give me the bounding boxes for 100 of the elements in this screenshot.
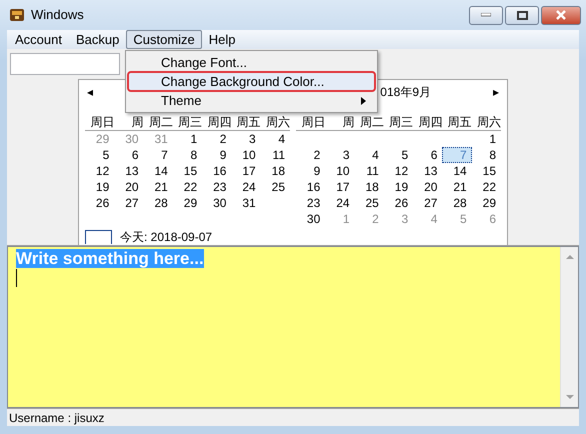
calendar-day[interactable]: 18 [354, 179, 384, 195]
calendar-day[interactable]: 27 [114, 195, 144, 211]
calendar-day[interactable]: 9 [296, 163, 326, 179]
calendar-day[interactable]: 6 [413, 147, 442, 163]
calendar-day[interactable]: 17 [231, 163, 261, 179]
calendar-day[interactable]: 25 [260, 179, 290, 195]
today-label[interactable]: 今天: 2018-09-07 [120, 228, 212, 246]
calendar-day[interactable]: 27 [413, 195, 442, 211]
weekday-label: 周二 [144, 115, 173, 131]
calendar-day[interactable]: 4 [354, 147, 384, 163]
weekday-label: 周五 [231, 115, 261, 131]
weekday-label: 周五 [442, 115, 472, 131]
calendar-day[interactable]: 2 [296, 147, 326, 163]
calendar-day[interactable]: 12 [85, 163, 114, 179]
calendar-day[interactable]: 23 [202, 179, 232, 195]
calendar-day[interactable]: 21 [442, 179, 472, 195]
calendar-day[interactable]: 10 [325, 163, 355, 179]
weekday-label: 周日 [296, 115, 326, 131]
submenu-arrow-icon [361, 96, 366, 104]
weekday-label: 周二 [354, 115, 384, 131]
calendar-day[interactable]: 16 [296, 179, 326, 195]
calendar-day[interactable]: 17 [325, 179, 355, 195]
calendar-day[interactable]: 20 [413, 179, 442, 195]
calendar-day[interactable]: 30 [296, 211, 326, 227]
calendar-day[interactable]: 12 [384, 163, 414, 179]
weekday-label: 周 [325, 115, 355, 131]
calendar-day[interactable]: 2 [202, 131, 232, 147]
today-marker [85, 230, 112, 244]
calendar-day[interactable]: 13 [413, 163, 442, 179]
calendar-day[interactable]: 23 [296, 195, 326, 211]
menu-item[interactable]: Backup [68, 30, 126, 49]
weekday-label: 周六 [260, 115, 290, 131]
weekday-label: 周四 [202, 115, 232, 131]
calendar-day[interactable]: 22 [172, 179, 202, 195]
calendar-day[interactable]: 20 [114, 179, 144, 195]
calendar-day[interactable]: 31 [231, 195, 261, 211]
calendar-day[interactable]: 15 [472, 163, 501, 179]
calendar-day[interactable]: 11 [354, 163, 384, 179]
calendar-day[interactable]: 14 [144, 163, 173, 179]
calendar-day[interactable]: 10 [231, 147, 261, 163]
menu-entry[interactable]: Change Font... [128, 53, 375, 72]
menu-item[interactable]: Customize [126, 30, 202, 49]
next-month-button[interactable]: ▸ [491, 86, 501, 98]
calendar-day[interactable]: 24 [325, 195, 355, 211]
month-title: 018年9月 [380, 84, 431, 101]
status-bar: Username : jisuxz [7, 408, 579, 426]
calendar-day[interactable]: 16 [202, 163, 232, 179]
calendar-day[interactable]: 9 [202, 147, 232, 163]
weekday-label: 周六 [472, 115, 501, 131]
calendar-day[interactable]: 26 [85, 195, 114, 211]
calendar-day[interactable]: 3 [231, 131, 261, 147]
calendar-day[interactable]: 19 [384, 179, 414, 195]
window-title: Windows [31, 6, 84, 24]
calendar-day[interactable]: 29 [472, 195, 501, 211]
calendar-day[interactable]: 25 [354, 195, 384, 211]
weekday-label: 周日 [85, 115, 114, 131]
memo-text: Write something here... [16, 249, 204, 268]
calendar-day[interactable]: 15 [172, 163, 202, 179]
weekday-label: 周四 [413, 115, 442, 131]
calendar-day[interactable]: 8 [172, 147, 202, 163]
calendar-day[interactable]: 14 [442, 163, 472, 179]
calendar-day[interactable]: 18 [260, 163, 290, 179]
menu-item[interactable]: Help [202, 30, 243, 49]
calendar-day[interactable]: 3 [325, 147, 355, 163]
calendar-day[interactable]: 5 [85, 147, 114, 163]
calendar-day[interactable]: 22 [472, 179, 501, 195]
calendar-day[interactable]: 28 [442, 195, 472, 211]
calendar-day[interactable]: 7 [144, 147, 173, 163]
calendar-day[interactable]: 26 [384, 195, 414, 211]
calendar-day[interactable]: 28 [144, 195, 173, 211]
calendar-day[interactable]: 6 [114, 147, 144, 163]
calendar-day[interactable]: 1 [172, 131, 202, 147]
calendar-day[interactable]: 13 [114, 163, 144, 179]
maximize-icon [516, 10, 528, 20]
calendar-day[interactable]: 29 [172, 195, 202, 211]
app-icon [9, 7, 25, 23]
calendar-day[interactable]: 8 [472, 147, 501, 163]
calendar-day[interactable]: 1 [472, 131, 501, 147]
calendar-day[interactable]: 30 [202, 195, 232, 211]
calendar-day[interactable]: 11 [260, 147, 290, 163]
minimize-icon [481, 13, 491, 17]
prev-month-button[interactable]: ◂ [85, 86, 95, 98]
calendar-day[interactable]: 4 [260, 131, 290, 147]
calendar-day[interactable]: 24 [231, 179, 261, 195]
weekday-label: 周 [114, 115, 144, 131]
weekday-label: 周三 [172, 115, 202, 131]
menu-item[interactable]: Account [8, 30, 69, 49]
scrollbar[interactable] [560, 247, 578, 407]
calendar-day[interactable]: 19 [85, 179, 114, 195]
maximize-button[interactable] [505, 6, 539, 24]
weekday-label: 周三 [384, 115, 414, 131]
calendar-day[interactable]: 5 [384, 147, 414, 163]
close-icon [555, 10, 567, 20]
calendar-day[interactable]: 21 [144, 179, 173, 195]
menu-entry[interactable]: Theme [128, 91, 375, 110]
menu-entry[interactable]: Change Background Color... [128, 72, 375, 91]
text-cursor [16, 269, 17, 287]
close-button[interactable] [541, 6, 581, 24]
minimize-button[interactable] [469, 6, 503, 24]
text-field[interactable] [10, 53, 120, 75]
